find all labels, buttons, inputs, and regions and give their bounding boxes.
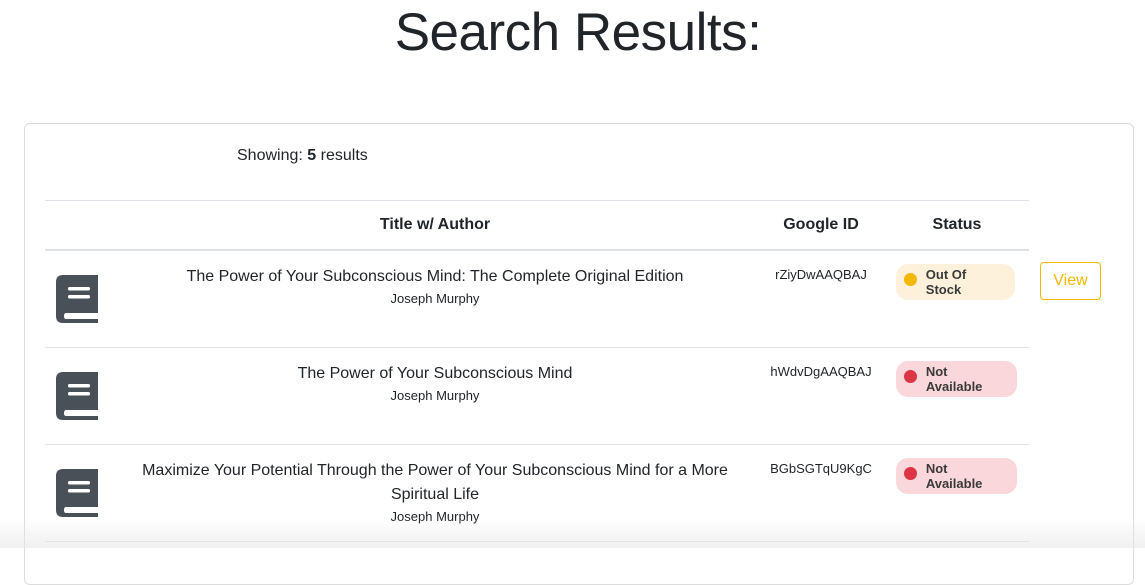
book-author: Joseph Murphy [390,509,480,524]
book-title: The Power of Your Subconscious Mind [297,365,573,382]
results-card: Showing: 5 results Title w/ Author Googl… [24,123,1134,585]
book-author: Joseph Murphy [390,291,480,306]
status-badge: Not Available [896,458,1017,494]
page-title: Search Results: [394,3,762,62]
title-cell: The Power of Your Subconscious Mind Jose… [120,362,750,405]
header-status: Status [932,216,982,233]
table-header: Title w/ Author Google ID Status [45,200,1029,251]
book-title: The Power of Your Subconscious Mind: The… [186,268,684,285]
status-dot-icon [904,369,917,383]
book-title: Maximize Your Potential Through the Powe… [142,462,728,503]
results-summary: Showing: 5 results [237,147,368,165]
status-text: Out Of Stock [925,267,967,297]
table-row: The Power of Your Subconscious Mind Jose… [45,348,1029,445]
google-id: hWdvDgAAQBAJ [770,364,872,379]
status-badge: Out Of Stock [896,264,1015,300]
status-text: Not Available [925,364,983,394]
status-text: Not Available [925,461,983,491]
status-dot-icon [904,466,917,480]
summary-prefix: Showing: [237,147,303,164]
book-icon [56,275,98,323]
header-google-id: Google ID [783,216,859,233]
header-title-author: Title w/ Author [379,216,491,233]
view-button[interactable]: View [1040,262,1101,300]
book-icon [56,469,98,517]
results-table: Title w/ Author Google ID Status The Pow… [45,200,1029,542]
summary-suffix: results [320,147,368,164]
google-id: BGbSGTqU9KgC [770,461,872,476]
status-dot-icon [904,272,917,286]
status-badge: Not Available [896,361,1017,397]
title-cell: The Power of Your Subconscious Mind: The… [120,265,750,308]
book-icon [56,372,98,420]
book-author: Joseph Murphy [390,388,480,403]
table-row: Maximize Your Potential Through the Powe… [45,445,1029,542]
table-row: The Power of Your Subconscious Mind: The… [45,251,1029,348]
google-id: rZiyDwAAQBAJ [775,267,867,282]
title-cell: Maximize Your Potential Through the Powe… [120,459,750,526]
results-count: 5 [307,147,317,164]
